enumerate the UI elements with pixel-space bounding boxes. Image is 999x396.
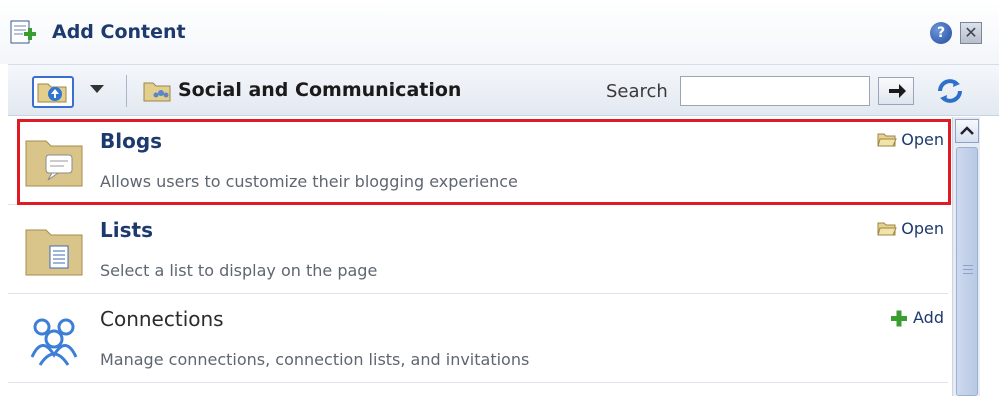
open-folder-icon xyxy=(877,222,898,236)
up-folder-icon xyxy=(37,83,67,103)
list-item[interactable]: Lists Select a list to display on the pa… xyxy=(8,206,948,294)
search-go-button[interactable] xyxy=(878,77,914,105)
close-icon[interactable]: ✕ xyxy=(960,22,982,44)
item-description: Select a list to display on the page xyxy=(100,261,378,280)
add-content-icon xyxy=(10,20,36,44)
add-plus-icon xyxy=(891,310,908,327)
refresh-icon[interactable] xyxy=(932,75,968,107)
dialog-title: Add Content xyxy=(52,21,186,43)
toolbar: Social and Communication Search xyxy=(8,64,999,116)
item-title[interactable]: Blogs xyxy=(100,129,162,153)
grip-line xyxy=(963,265,973,266)
search-input[interactable] xyxy=(680,76,870,106)
chevron-up-icon xyxy=(960,126,974,135)
toolbar-divider xyxy=(126,75,127,107)
breadcrumb: Social and Communication xyxy=(178,79,462,101)
open-button[interactable]: Open xyxy=(877,130,944,149)
chevron-down-icon[interactable] xyxy=(90,85,104,93)
help-icon[interactable]: ? xyxy=(930,22,952,44)
category-folder-icon xyxy=(143,82,171,102)
scroll-thumb[interactable] xyxy=(956,147,978,396)
content-list: Blogs Allows users to customize their bl… xyxy=(8,117,948,396)
item-description: Manage connections, connection lists, an… xyxy=(100,350,530,369)
open-folder-icon xyxy=(877,133,898,147)
list-item[interactable]: Connections Manage connections, connecti… xyxy=(8,295,948,383)
arrow-right-icon xyxy=(889,84,906,98)
add-label: Add xyxy=(913,308,944,327)
open-label: Open xyxy=(901,130,944,149)
item-description: Allows users to customize their blogging… xyxy=(100,172,518,191)
grip-line xyxy=(963,273,973,274)
list-folder-icon xyxy=(25,229,83,276)
people-icon xyxy=(30,318,78,366)
item-title[interactable]: Lists xyxy=(100,218,153,242)
list-item[interactable]: Blogs Allows users to customize their bl… xyxy=(8,117,948,205)
chat-folder-icon xyxy=(25,140,83,187)
search-label: Search xyxy=(606,81,668,102)
grip-line xyxy=(963,269,973,270)
dialog-header: Add Content ? ✕ xyxy=(0,0,999,64)
up-folder-button[interactable] xyxy=(32,76,74,108)
add-button[interactable]: Add xyxy=(889,308,944,327)
scroll-up-button[interactable] xyxy=(955,119,979,143)
open-button[interactable]: Open xyxy=(877,219,944,238)
vertical-scrollbar[interactable] xyxy=(952,117,980,396)
open-label: Open xyxy=(901,219,944,238)
item-title[interactable]: Connections xyxy=(100,307,224,331)
